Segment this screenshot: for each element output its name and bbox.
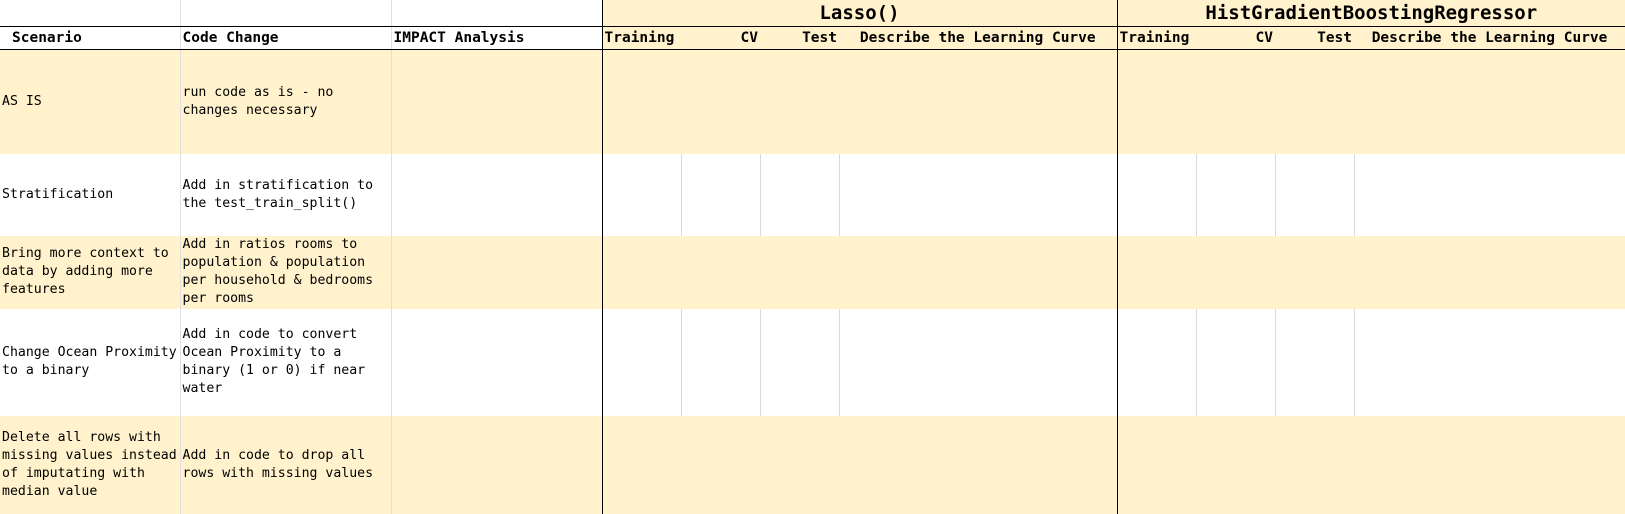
hgb-test-cell[interactable] xyxy=(1275,235,1355,309)
hgb-training-cell[interactable] xyxy=(1117,308,1197,416)
code-change-cell[interactable]: Add in ratios rooms to population & popu… xyxy=(180,235,392,309)
impact-cell[interactable] xyxy=(391,308,603,416)
code-change-cell[interactable]: Add in stratification to the test_train_… xyxy=(180,153,392,236)
table-row: Change Ocean Proximity to a binary Add i… xyxy=(0,308,1625,416)
table-row: Stratification Add in stratification to … xyxy=(0,153,1625,236)
hgb-curve-cell[interactable] xyxy=(1354,49,1625,154)
hgb-cv-cell[interactable] xyxy=(1196,49,1276,154)
code-change-cell[interactable]: run code as is - no changes necessary xyxy=(180,49,392,154)
impact-cell[interactable] xyxy=(391,235,603,309)
lasso-curve-cell[interactable] xyxy=(839,308,1118,416)
lasso-test-cell[interactable] xyxy=(760,308,840,416)
hgb-curve-header[interactable]: Describe the Learning Curve xyxy=(1354,26,1625,50)
lasso-test-cell[interactable] xyxy=(760,153,840,236)
table-row: Bring more context to data by adding mor… xyxy=(0,235,1625,309)
lasso-cv-cell[interactable] xyxy=(681,308,761,416)
hgb-group-header[interactable]: HistGradientBoostingRegressor xyxy=(1117,0,1625,27)
hgb-curve-cell[interactable] xyxy=(1354,415,1625,514)
hgb-test-cell[interactable] xyxy=(1275,153,1355,236)
lasso-training-header[interactable]: Training xyxy=(602,26,681,50)
lasso-cv-header[interactable]: CV xyxy=(681,26,760,50)
hgb-cv-cell[interactable] xyxy=(1196,153,1276,236)
scenario-cell[interactable]: AS IS xyxy=(0,49,181,154)
lasso-group-header[interactable]: Lasso() xyxy=(602,0,1118,27)
lasso-cv-cell[interactable] xyxy=(681,415,761,514)
blank-cell[interactable] xyxy=(0,0,181,27)
lasso-cv-cell[interactable] xyxy=(681,235,761,309)
hgb-training-cell[interactable] xyxy=(1117,235,1197,309)
hgb-test-cell[interactable] xyxy=(1275,308,1355,416)
group-header-row: Lasso() HistGradientBoostingRegressor xyxy=(0,0,1625,27)
lasso-test-cell[interactable] xyxy=(760,235,840,309)
lasso-test-header[interactable]: Test xyxy=(760,26,839,50)
scenario-table: Lasso() HistGradientBoostingRegressor Sc… xyxy=(0,0,1625,514)
impact-cell[interactable] xyxy=(391,49,603,154)
scenario-cell[interactable]: Delete all rows with missing values inst… xyxy=(0,415,181,514)
hgb-curve-cell[interactable] xyxy=(1354,309,1625,416)
hgb-training-cell[interactable] xyxy=(1117,153,1197,236)
hgb-test-cell[interactable] xyxy=(1275,415,1355,514)
hgb-cv-header[interactable]: CV xyxy=(1196,26,1276,50)
code-change-cell[interactable]: Add in code to drop all rows with missin… xyxy=(180,415,392,514)
hgb-cv-cell[interactable] xyxy=(1196,308,1276,416)
impact-cell[interactable] xyxy=(391,415,603,514)
hgb-cv-cell[interactable] xyxy=(1196,415,1276,514)
spreadsheet: Lasso() HistGradientBoostingRegressor Sc… xyxy=(0,0,1625,514)
code-change-header[interactable]: Code Change xyxy=(180,26,392,50)
blank-cell[interactable] xyxy=(180,0,392,27)
hgb-test-cell[interactable] xyxy=(1275,49,1355,154)
lasso-curve-cell[interactable] xyxy=(839,153,1118,236)
lasso-curve-cell[interactable] xyxy=(839,49,1118,154)
table-row: Delete all rows with missing values inst… xyxy=(0,415,1625,514)
lasso-training-cell[interactable] xyxy=(602,153,682,236)
lasso-cv-cell[interactable] xyxy=(681,49,761,154)
lasso-curve-cell[interactable] xyxy=(839,415,1118,514)
lasso-curve-header[interactable]: Describe the Learning Curve xyxy=(839,26,1118,50)
lasso-training-cell[interactable] xyxy=(602,308,682,416)
lasso-test-cell[interactable] xyxy=(760,49,840,154)
hgb-training-cell[interactable] xyxy=(1117,49,1197,154)
impact-header[interactable]: IMPACT Analysis xyxy=(391,26,603,50)
scenario-cell[interactable]: Bring more context to data by adding mor… xyxy=(0,235,181,309)
column-header-row: Scenario Code Change IMPACT Analysis Tra… xyxy=(0,26,1625,50)
hgb-training-header[interactable]: Training xyxy=(1117,26,1197,50)
blank-cell[interactable] xyxy=(391,0,603,27)
scenario-cell[interactable]: Change Ocean Proximity to a binary xyxy=(0,308,181,416)
hgb-test-header[interactable]: Test xyxy=(1275,26,1355,50)
lasso-cv-cell[interactable] xyxy=(681,153,761,236)
hgb-curve-cell[interactable] xyxy=(1354,154,1625,236)
hgb-cv-cell[interactable] xyxy=(1196,235,1276,309)
hgb-curve-cell[interactable] xyxy=(1354,235,1625,309)
scenario-cell[interactable]: Stratification xyxy=(0,153,181,236)
lasso-training-cell[interactable] xyxy=(602,235,682,309)
hgb-training-cell[interactable] xyxy=(1117,415,1197,514)
lasso-curve-cell[interactable] xyxy=(839,235,1118,309)
lasso-training-cell[interactable] xyxy=(602,49,682,154)
code-change-cell[interactable]: Add in code to convert Ocean Proximity t… xyxy=(180,308,392,416)
lasso-test-cell[interactable] xyxy=(760,415,840,514)
scenario-header[interactable]: Scenario xyxy=(0,26,181,50)
lasso-training-cell[interactable] xyxy=(602,415,682,514)
table-row: AS IS run code as is - no changes necess… xyxy=(0,49,1625,154)
impact-cell[interactable] xyxy=(391,153,603,236)
